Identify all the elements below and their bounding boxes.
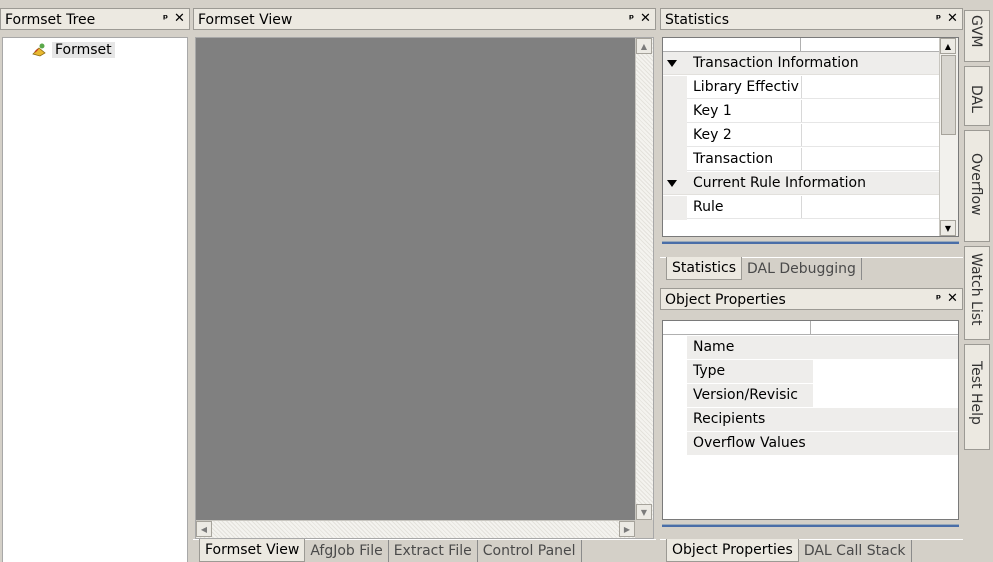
close-icon[interactable]: ✕ bbox=[947, 291, 959, 306]
splitter[interactable] bbox=[662, 241, 959, 244]
scroll-down-icon[interactable]: ▼ bbox=[636, 504, 652, 520]
formset-tree-body: Formset bbox=[2, 37, 188, 562]
pin-icon[interactable]: ᵖ bbox=[162, 12, 174, 25]
formset-canvas[interactable] bbox=[196, 38, 635, 521]
property-row[interactable]: Overflow Values bbox=[663, 432, 958, 455]
side-tab-label: Test Help bbox=[968, 361, 984, 425]
property-label: Overflow Values bbox=[693, 435, 806, 451]
tab-formset-view[interactable]: Formset View bbox=[199, 539, 306, 562]
property-label: Type bbox=[693, 363, 726, 379]
scroll-down-icon[interactable]: ▼ bbox=[940, 220, 956, 236]
statistics-property-grid: Transaction Information Library Effectiv… bbox=[662, 37, 959, 237]
formset-view-title: Formset View bbox=[198, 12, 293, 28]
formset-tree-panel: Formset Tree ᵖ✕ Formset bbox=[0, 8, 190, 562]
close-icon[interactable]: ✕ bbox=[640, 11, 652, 26]
vertical-scrollbar[interactable]: ▲ ▼ bbox=[939, 38, 958, 236]
tab-afgjob-file[interactable]: AfgJob File bbox=[305, 540, 389, 562]
side-tab-label: Overflow bbox=[968, 153, 984, 216]
formset-tree-titlebar: Formset Tree ᵖ✕ bbox=[0, 8, 190, 30]
tab-statistics[interactable]: Statistics bbox=[666, 257, 742, 280]
side-tab-label: DAL bbox=[968, 85, 984, 113]
grid-header bbox=[663, 38, 941, 52]
side-tab-overflow[interactable]: Overflow bbox=[964, 130, 990, 242]
property-label: Library Effectiv bbox=[693, 79, 799, 95]
property-row[interactable]: Key 2 bbox=[663, 124, 941, 148]
property-row[interactable]: Library Effectiv bbox=[663, 76, 941, 100]
side-tab-watch-list[interactable]: Watch List bbox=[964, 246, 990, 340]
property-label: Key 1 bbox=[693, 103, 732, 119]
property-label: Rule bbox=[693, 199, 724, 215]
formset-tree-title: Formset Tree bbox=[5, 12, 96, 28]
object-properties-panel: Object Properties ᵖ✕ Name Type Version/R… bbox=[660, 288, 963, 562]
formset-view-tabstrip: Formset View AfgJob File Extract File Co… bbox=[193, 539, 656, 562]
property-label: Transaction bbox=[693, 151, 774, 167]
object-properties-tabstrip: Object Properties DAL Call Stack bbox=[660, 539, 963, 562]
tab-dal-debugging[interactable]: DAL Debugging bbox=[742, 258, 862, 280]
property-row[interactable]: Type bbox=[663, 360, 958, 383]
close-icon[interactable]: ✕ bbox=[947, 11, 959, 26]
property-row[interactable]: Key 1 bbox=[663, 100, 941, 124]
side-tab-label: Watch List bbox=[968, 253, 984, 326]
scroll-corner bbox=[635, 520, 653, 538]
scroll-right-icon[interactable]: ▶ bbox=[619, 521, 635, 537]
property-row[interactable]: Version/Revisic bbox=[663, 384, 958, 407]
close-icon[interactable]: ✕ bbox=[174, 11, 186, 26]
pin-icon[interactable]: ᵖ bbox=[935, 12, 947, 25]
pin-icon[interactable]: ᵖ bbox=[628, 12, 640, 25]
collapse-icon[interactable] bbox=[667, 60, 677, 67]
formset-view-titlebar: Formset View ᵖ✕ bbox=[193, 8, 656, 30]
tab-dal-call-stack[interactable]: DAL Call Stack bbox=[799, 540, 912, 562]
tab-control-panel[interactable]: Control Panel bbox=[478, 540, 582, 562]
property-label: Recipients bbox=[693, 411, 766, 427]
property-row[interactable]: Name bbox=[663, 336, 958, 359]
formset-icon bbox=[32, 43, 46, 57]
property-label: Key 2 bbox=[693, 127, 732, 143]
pin-icon[interactable]: ᵖ bbox=[935, 292, 947, 305]
tree-node-formset[interactable]: Formset bbox=[31, 41, 115, 59]
property-row[interactable]: Rule bbox=[663, 196, 941, 220]
statistics-title: Statistics bbox=[665, 12, 729, 28]
side-tab-gvm[interactable]: GVM bbox=[964, 10, 990, 62]
category-label: Transaction Information bbox=[693, 55, 859, 71]
property-row[interactable]: Recipients bbox=[663, 408, 958, 431]
statistics-titlebar: Statistics ᵖ✕ bbox=[660, 8, 963, 30]
scroll-up-icon[interactable]: ▲ bbox=[940, 38, 956, 54]
scroll-up-icon[interactable]: ▲ bbox=[636, 38, 652, 54]
tree-node-label: Formset bbox=[52, 42, 115, 58]
category-row[interactable]: Transaction Information bbox=[663, 52, 941, 75]
tab-object-properties[interactable]: Object Properties bbox=[666, 539, 799, 562]
object-properties-grid: Name Type Version/Revisic Recipients Ove… bbox=[662, 320, 959, 520]
scroll-left-icon[interactable]: ◀ bbox=[196, 521, 212, 537]
category-row[interactable]: Current Rule Information bbox=[663, 172, 941, 195]
formset-view-body: ▲ ▼ ◀ ▶ bbox=[195, 37, 654, 539]
splitter[interactable] bbox=[662, 524, 959, 527]
object-properties-titlebar: Object Properties ᵖ✕ bbox=[660, 288, 963, 310]
category-label: Current Rule Information bbox=[693, 175, 866, 191]
side-tab-dal[interactable]: DAL bbox=[964, 66, 990, 126]
collapse-icon[interactable] bbox=[667, 180, 677, 187]
formset-view-panel: Formset View ᵖ✕ ▲ ▼ ◀ ▶ Formset View Afg… bbox=[193, 8, 656, 562]
horizontal-scrollbar[interactable]: ◀ ▶ bbox=[196, 520, 635, 538]
property-row[interactable]: Transaction bbox=[663, 148, 941, 172]
scroll-thumb[interactable] bbox=[941, 55, 956, 135]
side-tab-test-help[interactable]: Test Help bbox=[964, 344, 990, 450]
property-label: Name bbox=[693, 339, 735, 355]
statistics-tabstrip: Statistics DAL Debugging bbox=[660, 257, 963, 281]
side-tab-strip: GVM DAL Overflow Watch List Test Help bbox=[964, 8, 993, 562]
statistics-panel: Statistics ᵖ✕ Transaction Information Li… bbox=[660, 8, 963, 282]
tab-extract-file[interactable]: Extract File bbox=[389, 540, 478, 562]
grid-header bbox=[663, 321, 958, 335]
property-label: Version/Revisic bbox=[693, 387, 798, 403]
object-properties-title: Object Properties bbox=[665, 292, 786, 308]
vertical-scrollbar[interactable]: ▲ ▼ bbox=[635, 38, 653, 520]
side-tab-label: GVM bbox=[968, 15, 984, 48]
